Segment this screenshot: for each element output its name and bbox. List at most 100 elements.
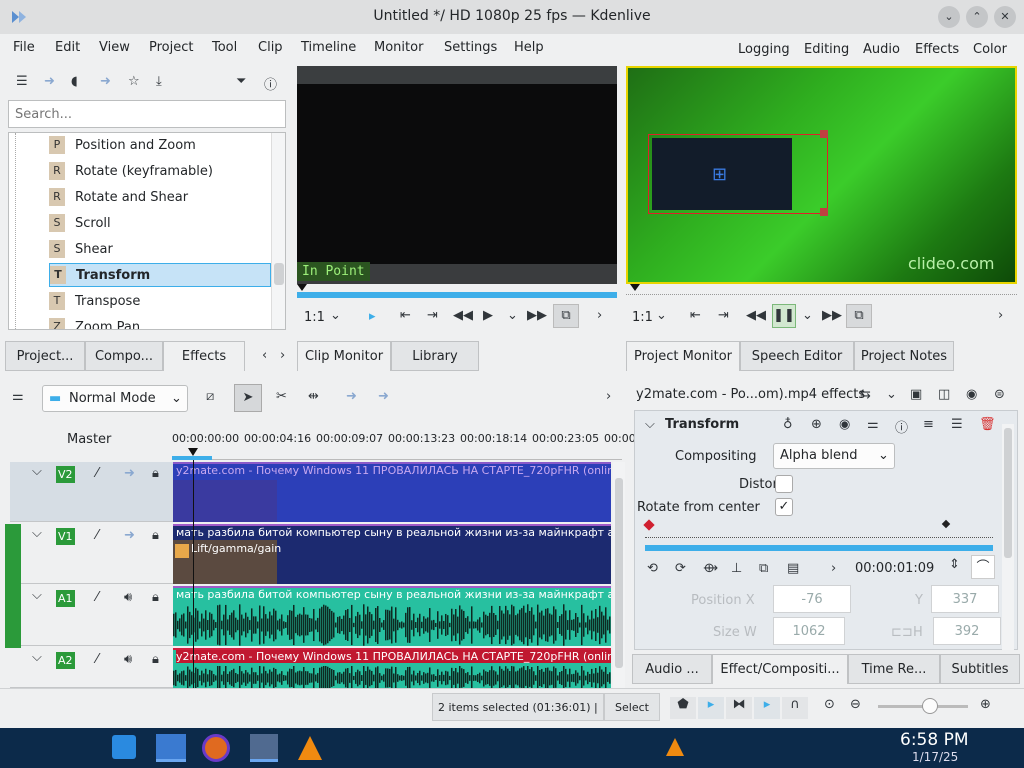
size-w-field[interactable]: 1062 <box>773 617 845 645</box>
link-icon[interactable]: ⊏⊐ <box>891 625 913 640</box>
info-icon[interactable]: ⓘ <box>895 417 908 436</box>
timeline-settings-icon[interactable]: ⚌ <box>12 389 24 404</box>
multitrack-icon[interactable]: ⧄ <box>206 389 214 404</box>
close-button[interactable]: ✕ <box>994 6 1016 28</box>
firefox-icon[interactable] <box>202 734 230 762</box>
download-icon[interactable]: ⤓ <box>156 74 162 89</box>
ripple-icon[interactable]: ∩ <box>782 697 808 719</box>
track-header-v1[interactable]: ⌵ V1 ⁄ ➜ 🔒︎ <box>10 524 177 584</box>
distort-checkbox[interactable] <box>775 475 793 493</box>
stamp-icon[interactable]: ⊥ <box>731 561 742 576</box>
crop-icon[interactable]: ⧉ <box>846 304 872 328</box>
chevron-down-icon[interactable]: ⌄ <box>886 387 897 402</box>
speaker-icon[interactable]: 🔊︎ <box>124 590 132 605</box>
clip-a2[interactable]: y2mate.com - Почему Windows 11 ПРОВАЛИЛА… <box>173 648 611 688</box>
menu-project[interactable]: Project <box>149 40 193 55</box>
collapse-icon[interactable]: ⌵ <box>32 464 42 479</box>
curve-icon[interactable]: ⌒ <box>971 555 995 579</box>
kdenlive-icon[interactable] <box>250 734 278 762</box>
y-field[interactable]: 337 <box>931 585 999 613</box>
track-name-v2[interactable]: V2 <box>56 466 75 483</box>
tab-library[interactable]: Library <box>391 341 479 371</box>
maximize-button[interactable]: ⌃ <box>966 6 988 28</box>
menu-monitor[interactable]: Monitor <box>374 40 423 55</box>
tab-time-remap[interactable]: Time Re... <box>848 654 940 684</box>
effect-item-transform[interactable]: T Transform <box>49 263 271 287</box>
zoom-slider[interactable] <box>878 698 968 714</box>
track-name-a1[interactable]: A1 <box>56 590 75 607</box>
video-effects-icon[interactable]: ➜ <box>44 74 55 89</box>
clip-v1[interactable]: мать разбила битой компьютер сыну в реал… <box>173 524 611 584</box>
rewind-icon[interactable]: ◀◀ <box>453 308 473 323</box>
ripple-tool-icon[interactable]: ➜ <box>378 389 389 404</box>
forward-icon[interactable]: ▶▶ <box>822 308 842 323</box>
chevron-down-icon[interactable]: ⌄ <box>330 308 341 323</box>
track-name-v1[interactable]: V1 <box>56 528 75 545</box>
effects-search-input[interactable] <box>8 100 286 128</box>
file-manager-icon[interactable] <box>156 734 186 762</box>
tab-compositions[interactable]: Compo... <box>85 341 163 371</box>
keyframe-timeline[interactable] <box>643 519 993 553</box>
delete-icon[interactable]: 🗑︎ <box>979 417 996 432</box>
compositing-select[interactable]: Alpha blend ⌄ <box>773 443 895 469</box>
select-button[interactable]: Select <box>604 693 660 721</box>
more-icon[interactable]: › <box>831 561 836 576</box>
layout-color[interactable]: Color <box>973 42 1007 57</box>
effect-stack-scrollbar[interactable] <box>1002 424 1014 650</box>
more-icon[interactable]: › <box>597 308 602 323</box>
chevron-left-icon[interactable]: ‹ <box>262 348 267 363</box>
paste-icon[interactable]: ▤ <box>787 561 799 576</box>
menu-help[interactable]: Help <box>514 40 544 55</box>
tab-subtitles[interactable]: Subtitles <box>940 654 1020 684</box>
rewind-icon[interactable]: ◀◀ <box>746 308 766 323</box>
track-name-a2[interactable]: A2 <box>56 652 75 669</box>
previous-keyframe-icon[interactable]: ⟲ <box>647 561 658 576</box>
hide-track-icon[interactable]: ➜ <box>124 528 135 543</box>
edit-mode-select[interactable]: ▬ Normal Mode ⌄ <box>42 385 188 412</box>
effects-wand-icon[interactable]: ⁄ <box>96 652 98 667</box>
clock-time[interactable]: 6:58 PM <box>900 730 969 750</box>
spacer-tool-icon[interactable]: ⇹ <box>308 389 319 404</box>
chevron-down-icon[interactable]: ⌄ <box>656 308 667 323</box>
zoom-select[interactable]: 1:1 <box>304 310 325 325</box>
effect-item-transpose[interactable]: T Transpose <box>49 289 140 313</box>
keyframe-marker[interactable] <box>941 519 951 529</box>
list-icon[interactable]: ☰ <box>16 74 28 89</box>
next-keyframe-icon[interactable]: ⟴ <box>703 561 718 576</box>
effect-item-rotate-and-shear[interactable]: R Rotate and Shear <box>49 185 188 209</box>
layout-logging[interactable]: Logging <box>738 42 790 57</box>
timeline-ruler[interactable]: 00:00:00:00 00:00:04:16 00:00:09:07 00:0… <box>172 418 636 460</box>
collapse-icon[interactable]: ⌵ <box>32 650 42 665</box>
effects-wand-icon[interactable]: ⁄ <box>96 466 98 481</box>
expand-effect-icon[interactable]: ⌵ <box>645 417 655 432</box>
project-monitor[interactable]: ⊞ clideo.com <box>626 66 1017 284</box>
copy-icon[interactable]: ⧉ <box>759 561 768 576</box>
set-in-point-icon[interactable]: ⇤ <box>400 308 411 323</box>
selection-tool-icon[interactable]: ➤ <box>234 384 262 412</box>
zoom-out-icon[interactable]: ⊖ <box>850 697 861 712</box>
tab-project-monitor[interactable]: Project Monitor <box>626 341 740 371</box>
keyframe-icon[interactable]: ♁ <box>783 417 793 432</box>
keyframe-timecode[interactable]: 00:00:01:09 <box>855 561 934 576</box>
menu-edit[interactable]: Edit <box>55 40 80 55</box>
custom-effects-icon[interactable]: ➜ <box>100 74 111 89</box>
align-icon[interactable]: ≡ <box>923 417 934 432</box>
pause-icon[interactable]: ❚❚ <box>772 304 796 328</box>
clock-date[interactable]: 1/17/25 <box>912 750 958 764</box>
slip-tool-icon[interactable]: ➜ <box>346 389 357 404</box>
split-view-icon[interactable]: ◫ <box>938 387 950 402</box>
crop-icon[interactable]: ⧉ <box>553 304 579 328</box>
effect-item-position-and-zoom[interactable]: P Position and Zoom <box>49 133 196 157</box>
lock-icon[interactable]: 🔒︎ <box>152 590 159 605</box>
set-in-point-icon[interactable]: ⇤ <box>690 308 701 323</box>
tab-audio-mixer[interactable]: Audio ... <box>632 654 712 684</box>
snap-icon[interactable]: ⧓ <box>726 697 752 719</box>
save-icon[interactable]: ▣ <box>910 387 922 402</box>
track-header-v2[interactable]: ⌵ V2 ⁄ ➜ 🔒︎ <box>10 462 177 522</box>
tab-project-bin[interactable]: Project... <box>5 341 85 371</box>
menu-file[interactable]: File <box>13 40 35 55</box>
speaker-icon[interactable]: 🔊︎ <box>124 652 132 667</box>
vlc-tray-icon[interactable] <box>666 738 684 756</box>
clip-a1[interactable]: мать разбила битой компьютер сыну в реал… <box>173 586 611 646</box>
playhead-marker[interactable] <box>188 448 198 456</box>
